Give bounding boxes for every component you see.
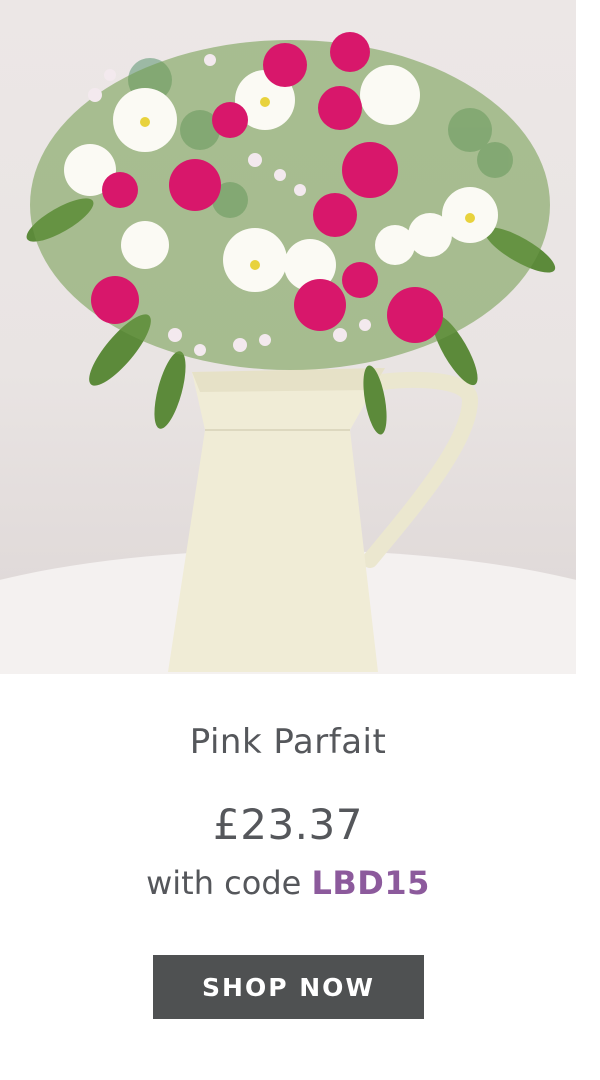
product-title: Pink Parfait — [189, 722, 387, 762]
product-card: Pink Parfait £23.37 with code LBD15 SHOP… — [0, 0, 600, 1080]
promo-code: LBD15 — [311, 864, 430, 902]
promo-code-line: with code LBD15 — [0, 864, 576, 902]
promo-code-prefix: with code — [146, 864, 302, 902]
flower-bouquet-illustration — [0, 32, 576, 674]
product-image[interactable] — [0, 0, 576, 674]
shop-now-button[interactable]: SHOP NOW — [153, 955, 424, 1019]
product-price: £23.37 — [213, 800, 363, 849]
